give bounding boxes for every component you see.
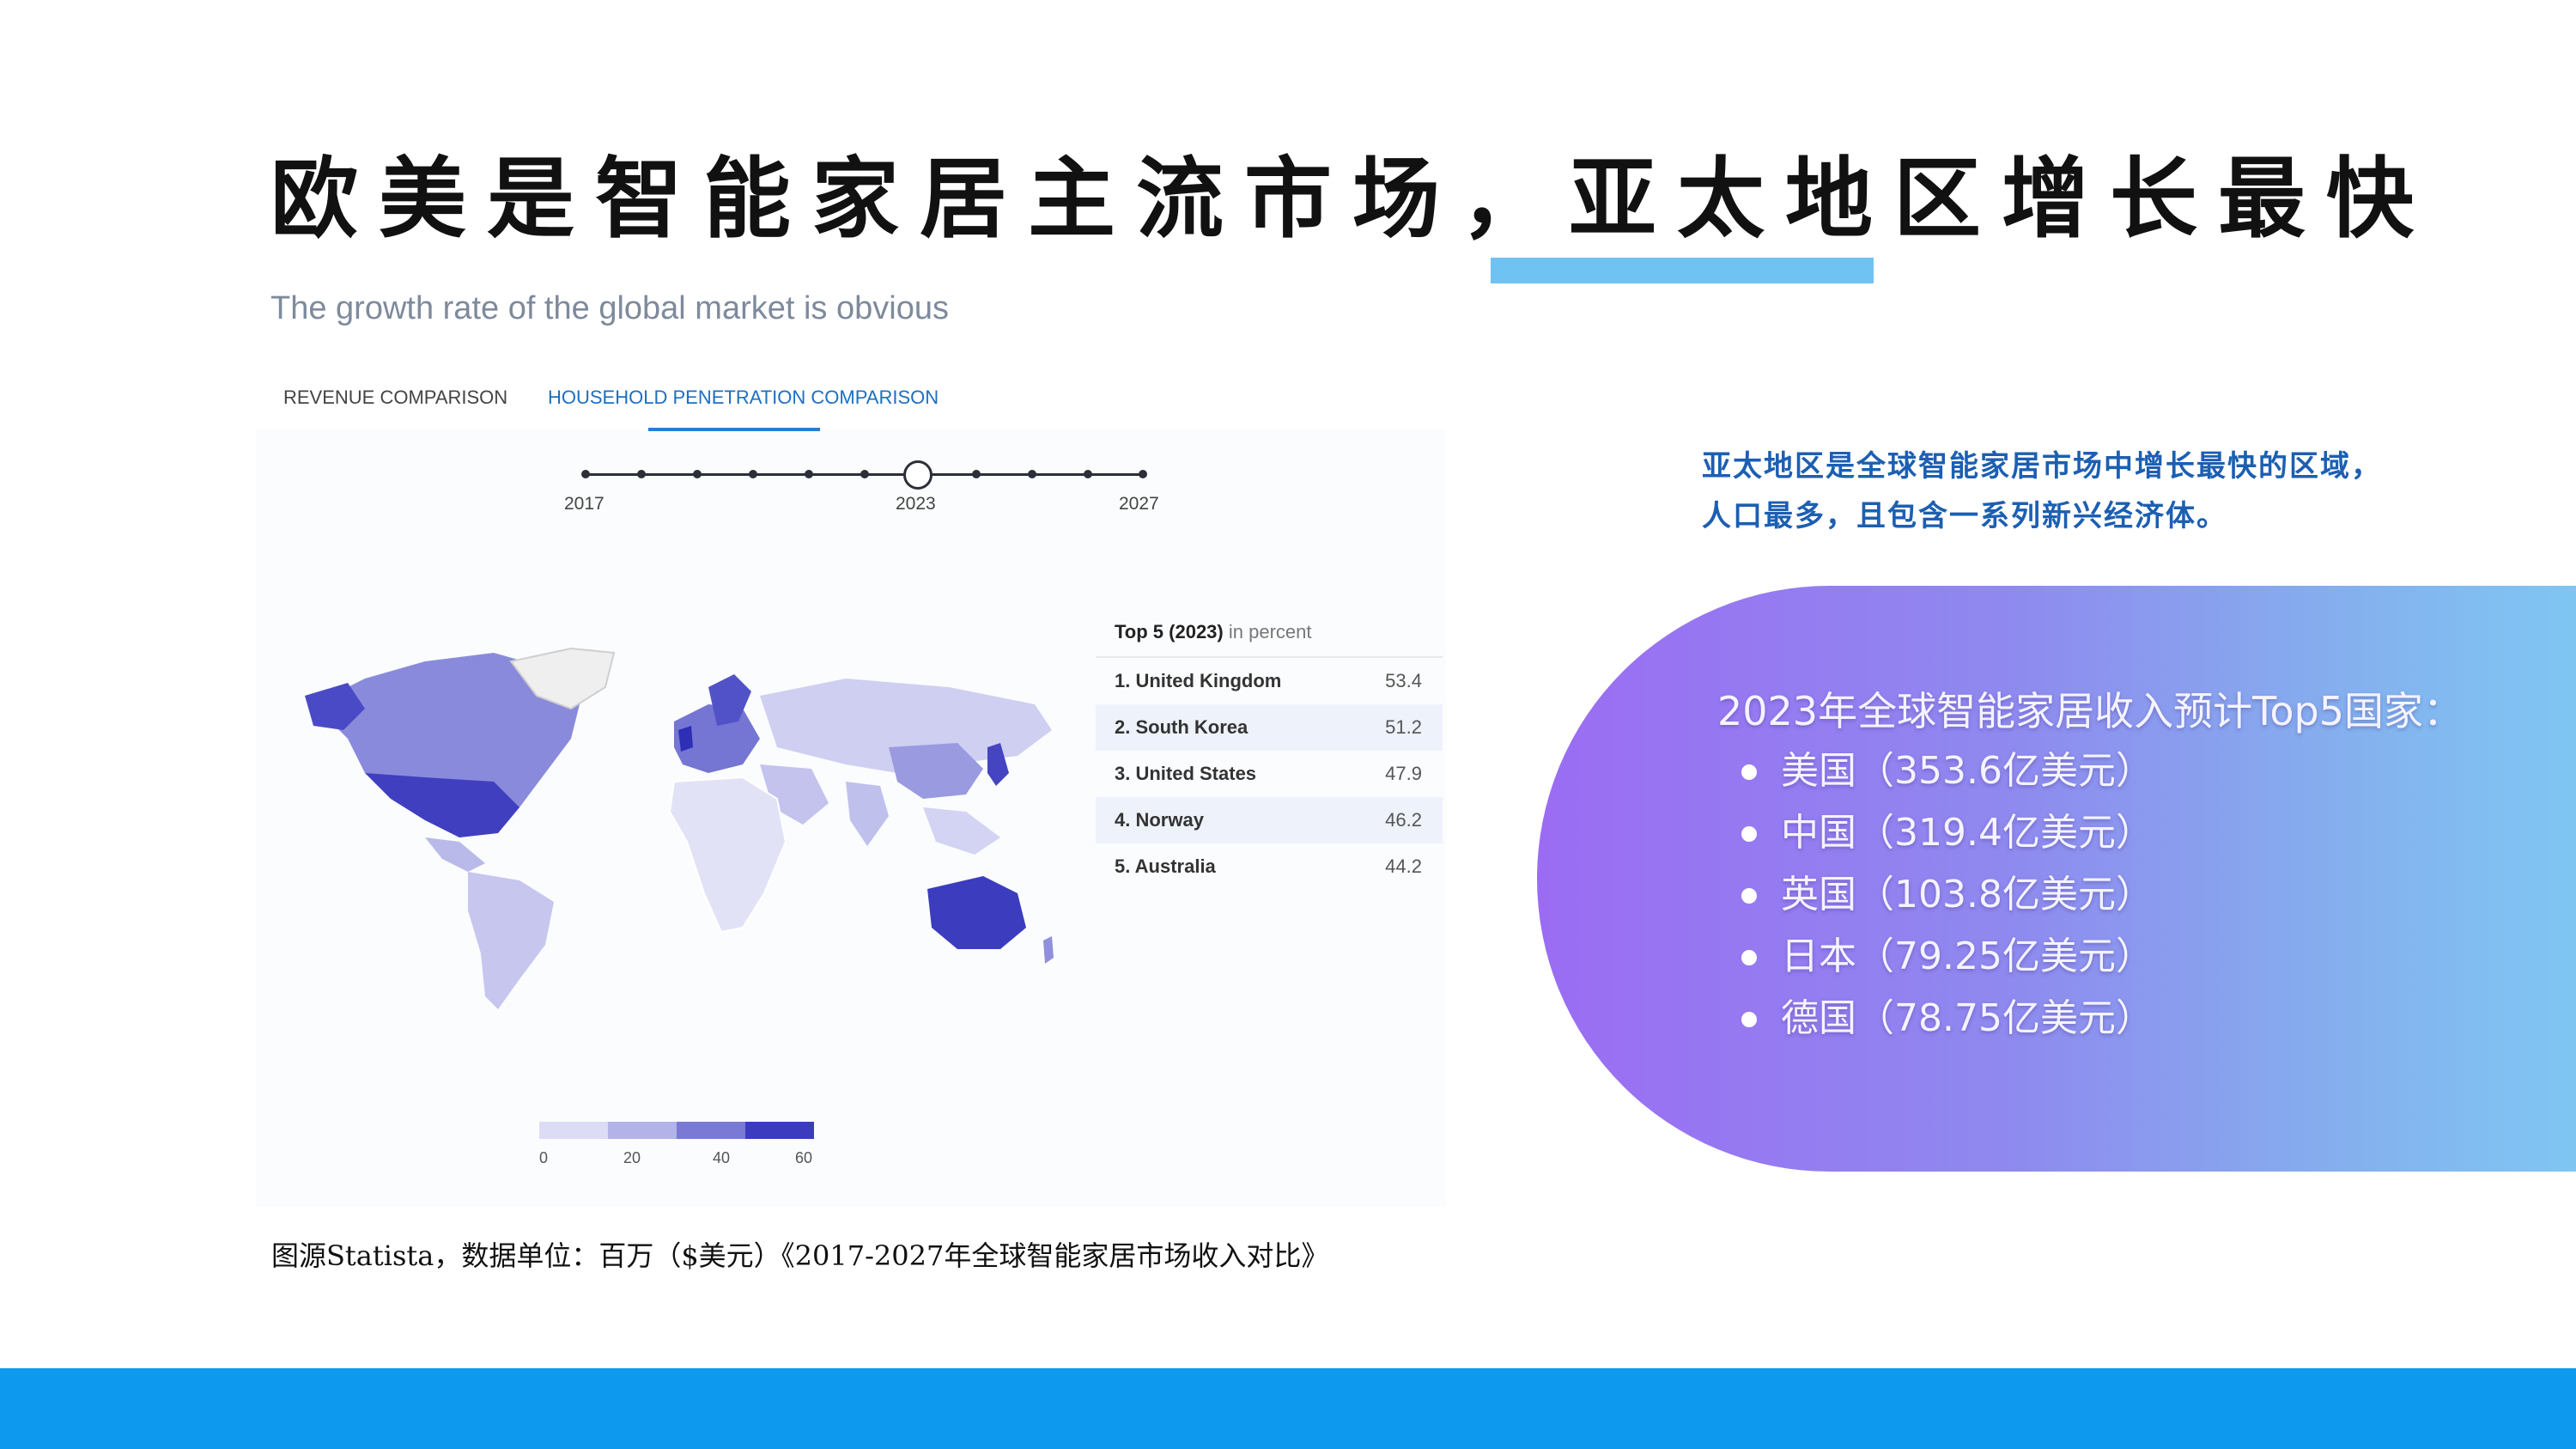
table-row: 5. Australia 44.2 bbox=[1096, 843, 1443, 890]
source-caption: 图源Statista，数据单位：百万（$美元）《2017-2027年全球智能家居… bbox=[271, 1239, 1329, 1272]
intro-line: 亚太地区是全球智能家居市场中增长最快的区域， bbox=[1702, 449, 2382, 484]
timeline-dot[interactable] bbox=[749, 470, 757, 478]
map-region-australia bbox=[927, 876, 1026, 949]
legend-swatch bbox=[539, 1122, 608, 1139]
country-value: 47.9 bbox=[1385, 763, 1422, 784]
top5-heading: Top 5 (2023) in percent bbox=[1096, 615, 1443, 658]
top5-heading-label: Top 5 (2023) bbox=[1115, 621, 1224, 642]
table-row: 2. South Korea 51.2 bbox=[1096, 704, 1443, 751]
list-item: 英国（103.8亿美元） bbox=[1741, 864, 2154, 926]
map-region-central-america bbox=[425, 837, 485, 872]
page-title: 欧美是智能家居主流市场，亚太地区增长最快 bbox=[270, 149, 2434, 251]
legend-tick: 60 bbox=[795, 1149, 813, 1166]
list-item-text: 日本（79.25亿美元） bbox=[1781, 935, 2154, 978]
world-map bbox=[305, 647, 1054, 1009]
table-row: 3. United States 47.9 bbox=[1096, 751, 1443, 797]
map-region-africa bbox=[668, 776, 787, 934]
list-item: 德国（78.75亿美元） bbox=[1741, 988, 2154, 1050]
intro-text: 亚太地区是全球智能家居市场中增长最快的区域， 人口最多，且包含一系列新兴经济体。 bbox=[1702, 441, 2382, 541]
list-item: 美国（353.6亿美元） bbox=[1741, 740, 2154, 802]
timeline-dot[interactable] bbox=[637, 470, 646, 478]
legend-tick: 0 bbox=[539, 1149, 549, 1166]
timeline-dot[interactable] bbox=[693, 470, 702, 478]
timeline-dot[interactable] bbox=[860, 470, 869, 478]
tab-household-penetration[interactable]: HOUSEHOLD PENETRATION COMPARISON bbox=[548, 387, 939, 409]
color-scale-legend bbox=[539, 1122, 814, 1139]
bullet-icon bbox=[1741, 888, 1757, 904]
list-item-text: 中国（319.4亿美元） bbox=[1781, 811, 2154, 855]
country-value: 53.4 bbox=[1385, 670, 1422, 691]
tab-revenue-comparison[interactable]: REVENUE COMPARISON bbox=[283, 387, 507, 409]
country-value: 51.2 bbox=[1385, 716, 1422, 738]
country-value: 44.2 bbox=[1385, 855, 1422, 877]
legend-tick: 40 bbox=[713, 1149, 731, 1166]
timeline-dot[interactable] bbox=[1028, 470, 1036, 478]
timeline-dot[interactable] bbox=[972, 470, 981, 478]
list-item: 中国（319.4亿美元） bbox=[1741, 802, 2154, 864]
legend-swatch bbox=[608, 1122, 677, 1139]
table-row: 1. United Kingdom 53.4 bbox=[1096, 658, 1443, 704]
map-region-india bbox=[846, 782, 889, 846]
list-item: 日本（79.25亿美元） bbox=[1741, 926, 2154, 988]
bullet-icon bbox=[1741, 764, 1757, 780]
country-name: 3. United States bbox=[1115, 763, 1257, 784]
legend-swatch bbox=[745, 1122, 814, 1139]
highlight-title: 2023年全球智能家居收入预计Top5国家： bbox=[1717, 688, 2463, 734]
intro-line: 人口最多，且包含一系列新兴经济体。 bbox=[1702, 499, 2227, 533]
page-subtitle: The growth rate of the global market is … bbox=[270, 290, 949, 326]
bullet-icon bbox=[1741, 826, 1757, 842]
legend-swatch bbox=[677, 1122, 745, 1139]
top5-unit: in percent bbox=[1228, 621, 1312, 642]
timeline-selected-handle[interactable] bbox=[903, 460, 933, 490]
bullet-icon bbox=[1741, 1012, 1757, 1027]
top5-table: Top 5 (2023) in percent 1. United Kingdo… bbox=[1096, 615, 1443, 890]
highlight-list: 美国（353.6亿美元） 中国（319.4亿美元） 英国（103.8亿美元） 日… bbox=[1741, 740, 2154, 1050]
active-tab-indicator bbox=[648, 428, 820, 431]
list-item-text: 德国（78.75亿美元） bbox=[1781, 996, 2154, 1040]
table-row: 4. Norway 46.2 bbox=[1096, 797, 1443, 843]
map-region-united-kingdom bbox=[678, 726, 693, 752]
footer-bar bbox=[0, 1368, 2576, 1449]
bullet-icon bbox=[1741, 950, 1757, 965]
country-name: 2. South Korea bbox=[1115, 716, 1249, 738]
country-name: 4. Norway bbox=[1115, 809, 1204, 831]
legend-tick: 20 bbox=[623, 1149, 641, 1166]
timeline-dot[interactable] bbox=[581, 470, 590, 478]
timeline-dot[interactable] bbox=[1084, 470, 1092, 478]
timeline-dot[interactable] bbox=[805, 470, 813, 478]
timeline-selected-year: 2023 bbox=[896, 494, 936, 514]
map-region-southeast-asia bbox=[923, 807, 1000, 855]
country-name: 1. United Kingdom bbox=[1115, 670, 1282, 691]
country-value: 46.2 bbox=[1385, 809, 1422, 831]
list-item-text: 美国（353.6亿美元） bbox=[1781, 749, 2154, 793]
timeline-dot[interactable] bbox=[1139, 470, 1147, 478]
map-region-south-america bbox=[468, 872, 554, 1009]
timeline-end-year: 2027 bbox=[1119, 494, 1159, 514]
list-item-text: 英国（103.8亿美元） bbox=[1781, 873, 2154, 916]
title-underline bbox=[1491, 258, 1874, 283]
map-region-new-zealand bbox=[1043, 936, 1054, 964]
timeline-start-year: 2017 bbox=[564, 494, 605, 514]
country-name: 5. Australia bbox=[1115, 855, 1216, 877]
